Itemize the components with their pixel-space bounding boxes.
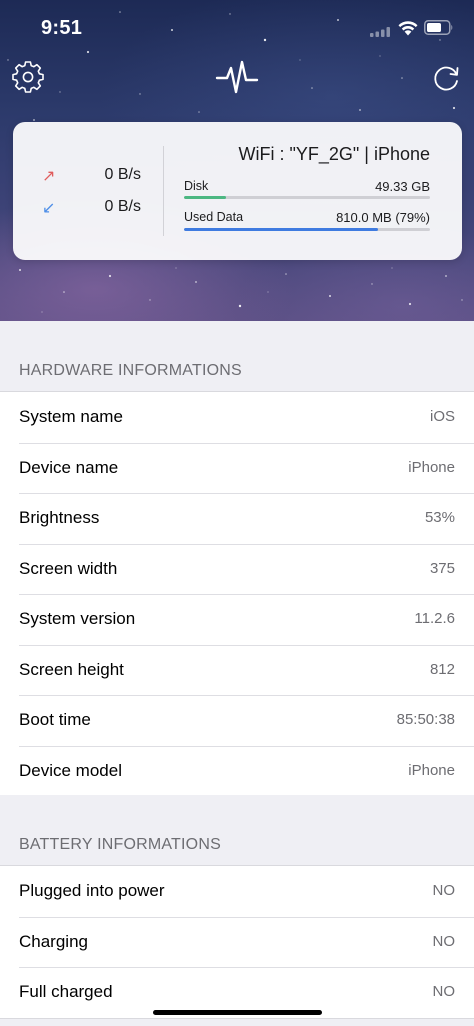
row-label: Boot time <box>19 710 91 729</box>
battery-icon <box>424 20 453 35</box>
table-row: Plugged into power NO <box>0 866 474 917</box>
disk-value: 49.33 GB <box>375 179 430 194</box>
wifi-icon <box>398 21 418 36</box>
download-speed: 0 B/s <box>104 198 141 215</box>
gear-icon[interactable] <box>12 61 44 93</box>
used-data-meter <box>184 228 430 231</box>
row-value: 11.2.6 <box>414 610 455 627</box>
battery-section-header: BATTERY INFORMATIONS <box>0 795 474 865</box>
row-label: Screen height <box>19 659 124 679</box>
row-value: 812 <box>429 660 455 678</box>
used-data-meter-fill <box>184 228 379 231</box>
row-value: NO <box>432 932 456 950</box>
arrow-down-left-icon: ↙ <box>42 200 56 217</box>
battery-table: Plugged into power NO Charging NO Full charg… <box>0 865 474 1019</box>
row-value: 375 <box>429 559 455 577</box>
row-value: NO <box>432 882 456 899</box>
row-value: NO <box>432 983 456 1000</box>
network-card: ↗ 0 B/s ↙ 0 B/s WiFi : "YF_2G" | iPhone … <box>13 122 462 260</box>
row-label: Screen width <box>19 558 118 578</box>
disk-meter <box>184 196 430 199</box>
upload-speed: 0 B/s <box>104 166 141 183</box>
row-value: 85:50:38 <box>396 711 455 728</box>
table-row: Charging NO <box>0 916 474 968</box>
table-row: System name iOS <box>0 392 474 443</box>
table-row: Boot time 85:50:38 <box>0 695 474 746</box>
table-row: Screen width 375 <box>0 543 474 595</box>
row-label: Charging <box>19 931 88 951</box>
table-row: Screen height 812 <box>0 644 474 696</box>
connection-label: WiFi : "YF_2G" | iPhone <box>238 144 430 164</box>
table-row: Device model iPhone <box>0 745 474 797</box>
row-label: Brightness <box>19 508 100 527</box>
cellular-signal-icon <box>370 27 390 37</box>
disk-meter-fill <box>184 196 226 199</box>
arrow-up-right-icon: ↗ <box>42 168 56 185</box>
table-row: System version 11.2.6 <box>0 594 474 645</box>
pulse-icon <box>215 60 259 94</box>
used-data-value: 810.0 MB (79%) <box>336 210 430 225</box>
row-label: Plugged into power <box>19 881 165 900</box>
row-value: iPhone <box>408 761 455 779</box>
status-bar: 9:51 <box>0 0 474 56</box>
row-label: System version <box>19 609 136 628</box>
table-row: Brightness 53% <box>0 493 474 544</box>
table-row: Device name iPhone <box>0 442 474 494</box>
row-label: System name <box>19 407 123 426</box>
hardware-section-header: HARDWARE INFORMATIONS <box>0 321 474 391</box>
used-data-label: Used Data <box>184 210 244 224</box>
status-time: 9:51 <box>41 17 83 39</box>
battery-section-title: BATTERY INFORMATIONS <box>19 836 221 853</box>
disk-label: Disk <box>184 179 209 193</box>
row-value: iPhone <box>408 458 455 476</box>
row-label: Full charged <box>19 982 113 1001</box>
home-indicator <box>153 1010 322 1015</box>
hardware-table: System name iOS Device name iPhone Brightnes… <box>0 391 474 797</box>
row-value: iOS <box>429 408 455 425</box>
refresh-icon[interactable] <box>430 62 462 94</box>
row-value: 53% <box>424 509 455 526</box>
card-divider <box>163 146 164 236</box>
row-label: Device model <box>19 760 122 780</box>
hardware-section-title: HARDWARE INFORMATIONS <box>19 362 242 379</box>
row-label: Device name <box>19 457 119 477</box>
